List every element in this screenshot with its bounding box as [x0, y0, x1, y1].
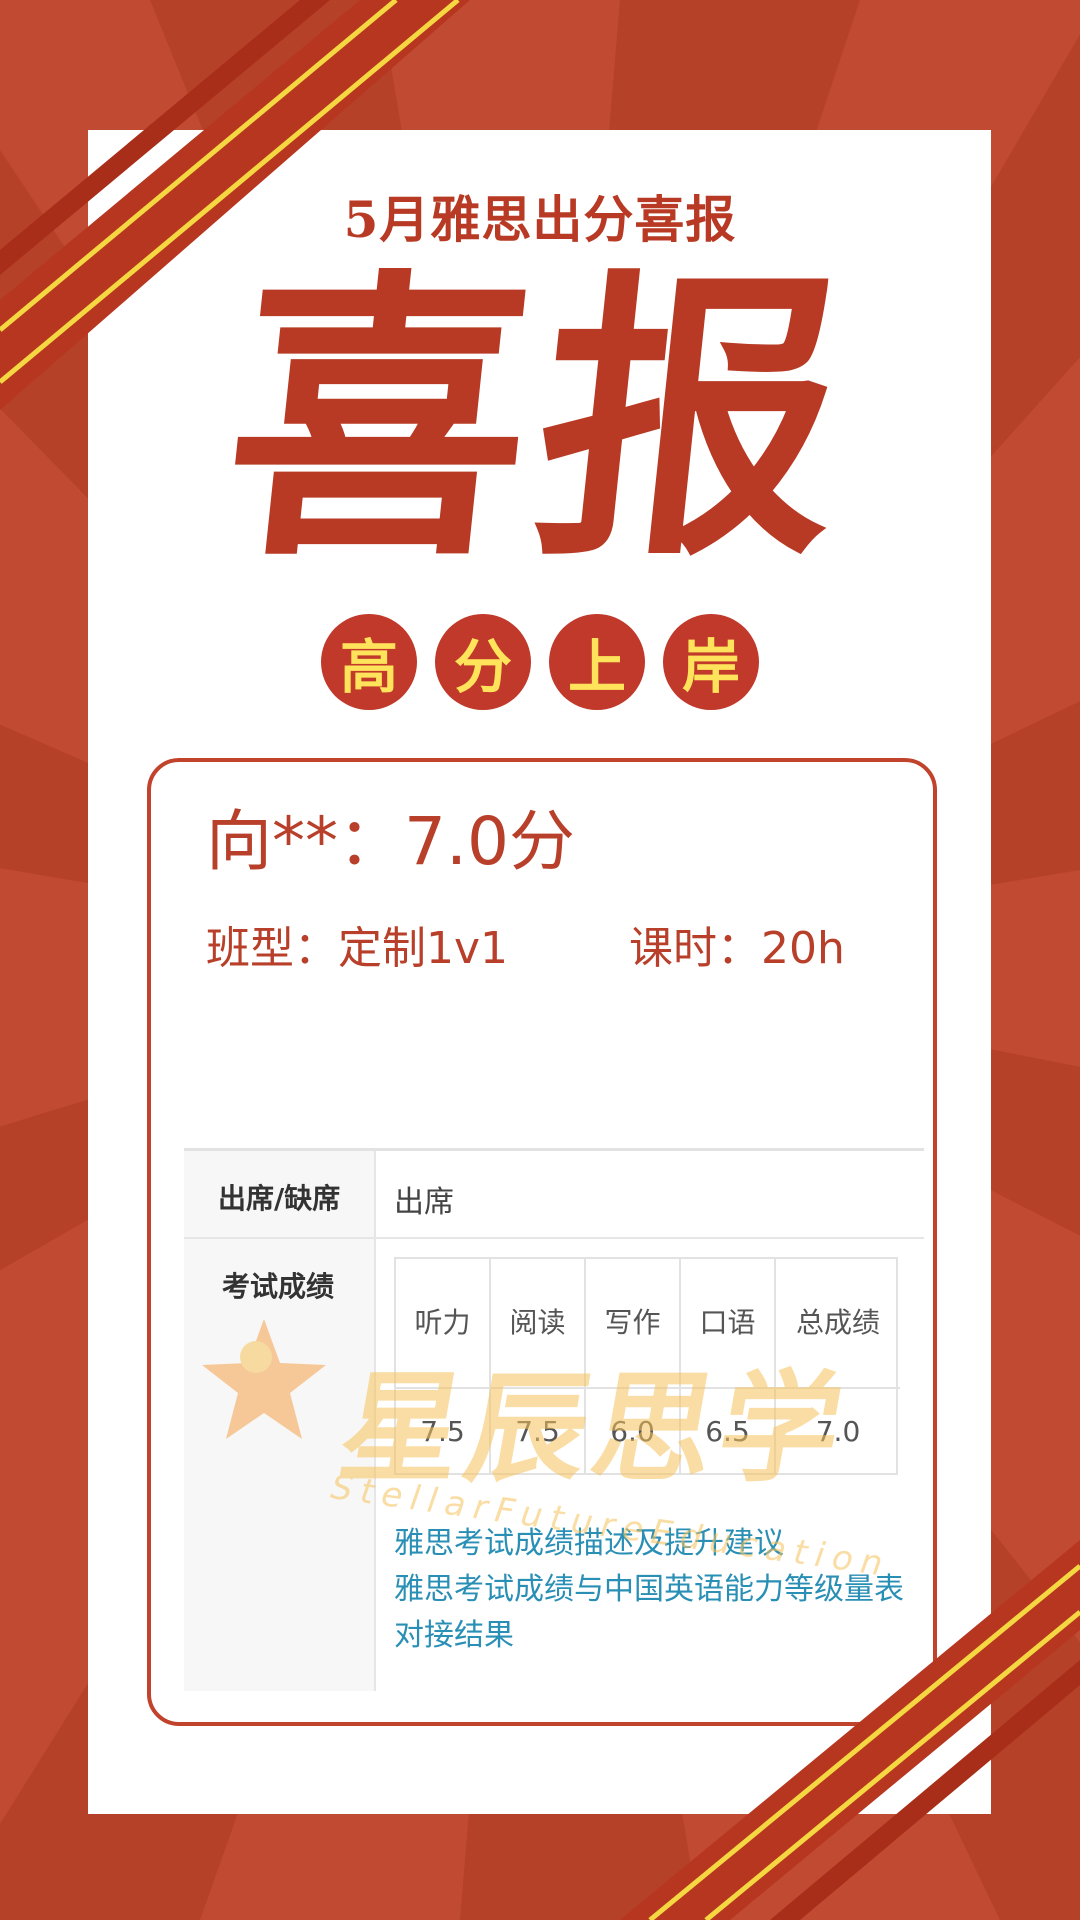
score-mapping-link[interactable]: 雅思考试成绩与中国英语能力等级量表对接结果: [394, 1567, 904, 1659]
score-value: 6.5: [681, 1389, 776, 1475]
badge-char: 分: [435, 614, 531, 710]
score-header: 听力: [396, 1259, 491, 1389]
score-value: 7.5: [396, 1389, 491, 1475]
badge-row: 高 分 上 岸: [0, 614, 1080, 710]
student-score: 向**：7.0分: [206, 803, 575, 880]
class-type: 班型：定制1v1: [206, 923, 509, 974]
poster-title: 喜报: [211, 243, 869, 596]
badge-char: 岸: [663, 614, 759, 710]
score-header: 总成绩: [776, 1259, 900, 1389]
attendance-label: 出席/缺席: [218, 1182, 341, 1215]
poster-subtitle: 5月雅思出分喜报: [343, 190, 737, 249]
score-description-link[interactable]: 雅思考试成绩描述及提升建议: [394, 1521, 904, 1567]
score-table: 听力 阅读 写作 口语 总成绩 7.5 7.5 6.0 6.5 7.0: [394, 1257, 900, 1475]
badge-char: 高: [321, 614, 417, 710]
result-panel: 向**：7.0分 班型：定制1v1 课时：20h 出席/缺席 出席 考试成绩 听…: [147, 758, 937, 1726]
score-report-screenshot: 出席/缺席 出席 考试成绩 听力 阅读 写作 口语 总成绩 7.5 7.5 6.…: [184, 1148, 924, 1691]
score-header: 阅读: [491, 1259, 586, 1389]
score-header: 口语: [681, 1259, 776, 1389]
badge-char: 上: [549, 614, 645, 710]
score-value: 7.5: [491, 1389, 586, 1475]
score-value: 6.0: [586, 1389, 681, 1475]
class-hours: 课时：20h: [629, 923, 845, 974]
score-header: 写作: [586, 1259, 681, 1389]
score-label: 考试成绩: [222, 1270, 335, 1303]
attendance-value: 出席: [394, 1185, 454, 1220]
score-value: 7.0: [815, 1415, 861, 1448]
